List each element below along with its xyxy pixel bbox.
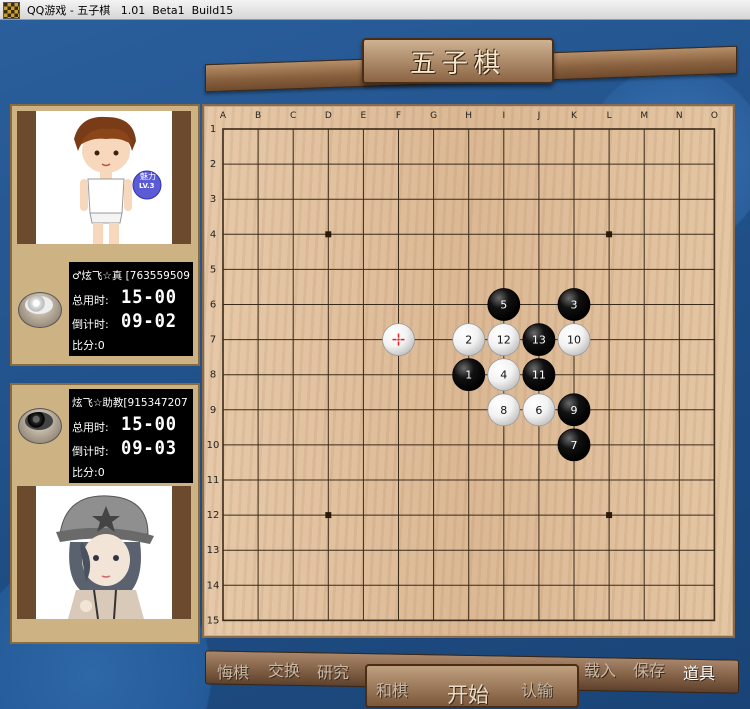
row-label: 4	[210, 229, 216, 240]
window-title: QQ游戏 - 五子棋 1.01 Beta1 Build15	[27, 4, 234, 17]
column-label: A	[220, 111, 227, 121]
row-label: 9	[210, 405, 216, 416]
start-button[interactable]: 开始	[447, 679, 489, 709]
column-label: B	[255, 111, 261, 121]
row-label: 12	[207, 510, 220, 521]
player-avatar[interactable]: 魅力 LV.3	[17, 111, 191, 244]
row-label: 2	[210, 159, 216, 170]
save-button[interactable]: 保存	[633, 657, 665, 681]
player-avatar[interactable]	[17, 486, 191, 619]
total-time-value: 15-00	[121, 286, 177, 308]
stone-move-number: 3	[571, 299, 578, 312]
row-label: 15	[207, 615, 220, 626]
countdown-label: 倒计时:	[72, 445, 109, 458]
row-label: 14	[207, 580, 220, 591]
study-button[interactable]: 研究	[317, 659, 349, 683]
player-name: 炫飞☆助教[915347207	[72, 397, 188, 409]
stone-move-number: 8	[500, 404, 507, 417]
stone-move-number: 12	[497, 334, 511, 347]
stone-move-number: 13	[532, 334, 546, 347]
star-point	[606, 512, 613, 519]
stone-move-number: 10	[567, 334, 581, 347]
row-label: 10	[207, 440, 220, 451]
column-label: I	[502, 111, 505, 121]
score-row: 比分:0	[72, 337, 105, 353]
column-label: D	[325, 111, 332, 121]
star-point	[325, 512, 332, 519]
countdown-value: 09-03	[121, 437, 177, 459]
star-point	[325, 231, 332, 238]
title-plaque: 五子棋	[362, 38, 554, 84]
row-label: 3	[210, 194, 216, 205]
score-row: 比分:0	[72, 464, 105, 480]
undo-button[interactable]: 悔棋	[217, 659, 249, 683]
row-label: 1	[210, 124, 216, 135]
column-label: L	[607, 111, 612, 121]
charm-badge-label: 魅力	[140, 172, 156, 181]
title-bar: QQ游戏 - 五子棋 1.01 Beta1 Build15	[0, 0, 750, 20]
column-label: H	[465, 111, 472, 121]
swap-button[interactable]: 交换	[268, 657, 300, 681]
column-label: E	[361, 111, 367, 121]
row-label: 13	[207, 545, 220, 556]
game-title: 五子棋	[409, 48, 506, 79]
player-name: ♂炫飞☆真 [763559509	[72, 270, 190, 282]
score-label: 比分:	[72, 466, 98, 479]
load-button[interactable]: 载入	[584, 657, 616, 681]
row-label: 6	[210, 300, 216, 311]
column-label: O	[711, 111, 718, 121]
stone-move-number: 2	[465, 334, 472, 347]
score-value: 0	[97, 339, 105, 352]
star-point	[606, 231, 613, 238]
total-time-value: 15-00	[121, 413, 177, 435]
black-stone-bowl-icon	[18, 408, 62, 444]
column-label: N	[676, 111, 683, 121]
column-label: J	[537, 111, 541, 121]
player-info-box: ♂炫飞☆真 [763559509 总用时: 15-00 倒计时: 09-02 比…	[69, 262, 193, 356]
total-time-label: 总用时:	[72, 421, 109, 434]
column-label: M	[640, 111, 648, 121]
stone-move-number: 4	[500, 369, 507, 382]
score-label: 比分:	[72, 339, 98, 352]
stone-move-number: 7	[571, 439, 578, 452]
player-panel-bottom: 炫飞☆助教[915347207 总用时: 15-00 倒计时: 09-03 比分…	[10, 383, 200, 644]
board-grid[interactable]: A B C D E F G H I J K L M N O1234567891011121314151234…	[205, 107, 732, 635]
gomoku-board[interactable]: A B C D E F G H I J K L M N O 1 2 3 4 5 6 7 8 9 10 11 12 13 14 15 1 2 3 4…	[205, 107, 732, 635]
column-label: C	[290, 111, 296, 121]
resign-button[interactable]: 认输	[521, 677, 553, 701]
player-panel-top: 魅力 LV.3 ♂炫飞☆真 [763559509 总用时: 15-00 倒计时:…	[10, 104, 200, 366]
row-label: 11	[207, 475, 220, 486]
app-icon	[3, 2, 20, 19]
column-label: G	[430, 111, 437, 121]
row-label: 7	[210, 335, 216, 346]
charm-badge-level: LV.3	[139, 182, 155, 190]
stone-move-number: 11	[532, 369, 546, 382]
stone-move-number: 6	[535, 404, 542, 417]
score-value: 0	[97, 466, 105, 479]
items-button[interactable]: 道具	[683, 660, 715, 684]
stone-move-number: 5	[500, 299, 507, 312]
girl-with-cap-avatar-icon	[56, 495, 154, 619]
draw-button[interactable]: 和棋	[376, 677, 408, 701]
stone-move-number: 1	[465, 369, 472, 382]
column-label: K	[571, 111, 578, 121]
crosshair-icon	[397, 338, 400, 341]
column-label: F	[396, 111, 401, 121]
stone-move-number: 9	[571, 404, 578, 417]
countdown-label: 倒计时:	[72, 318, 109, 331]
row-label: 5	[210, 264, 216, 275]
white-stone-bowl-icon	[18, 292, 62, 328]
countdown-value: 09-02	[121, 310, 177, 332]
player-info-box: 炫飞☆助教[915347207 总用时: 15-00 倒计时: 09-03 比分…	[69, 389, 193, 483]
total-time-label: 总用时:	[72, 294, 109, 307]
row-label: 8	[210, 370, 216, 381]
